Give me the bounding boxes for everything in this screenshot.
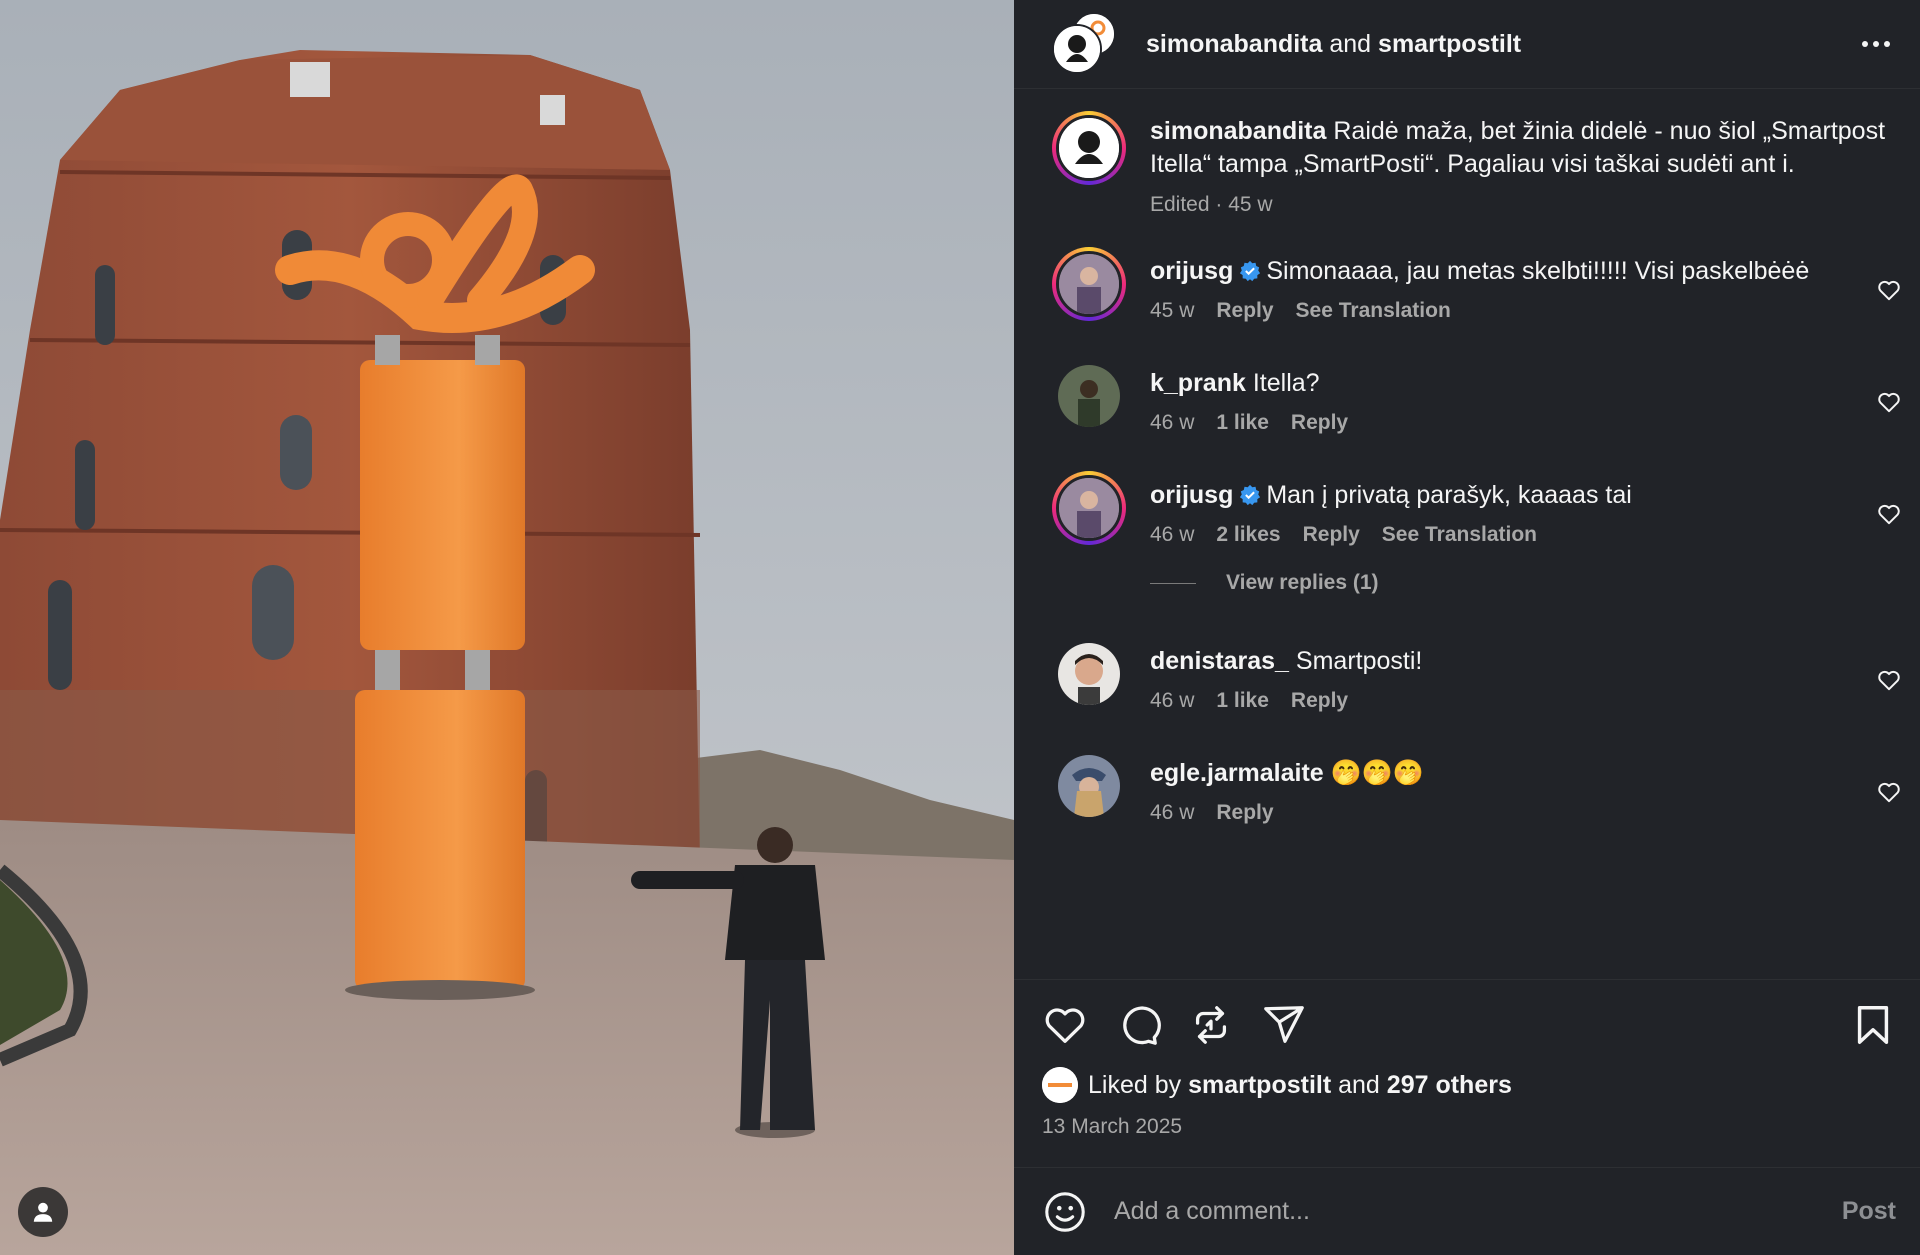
caption-edited: Edited · 45 w: [1150, 193, 1273, 216]
tag-user-button[interactable]: [18, 1187, 68, 1237]
comment-text: Smartposti!: [1295, 647, 1423, 675]
comment-age: 46 w: [1150, 411, 1195, 434]
comments-list[interactable]: simonabandita Raidė maža, bet žinia dide…: [1014, 89, 1920, 979]
profile-avatar-icon: [1059, 118, 1119, 178]
collab-avatars[interactable]: [1052, 12, 1120, 76]
comment-text: 🤭🤭🤭: [1330, 759, 1425, 787]
post-comment-button[interactable]: Post: [1842, 1197, 1896, 1226]
list-item: denistaras_ Smartposti! 46 w 1 like Repl…: [1014, 637, 1920, 713]
comment-age: 46 w: [1150, 523, 1195, 546]
reply-button[interactable]: Reply: [1216, 801, 1273, 825]
avatar[interactable]: [1052, 637, 1126, 711]
liked-by-others[interactable]: 297 others: [1387, 1071, 1512, 1100]
list-item: orijusg Man į privatą parašyk, kaaaas tai…: [1014, 471, 1920, 547]
list-item: k_prank Itella? 46 w 1 like Reply: [1014, 359, 1920, 435]
header-usernames: simonabandita and smartpostilt: [1146, 30, 1856, 59]
see-translation-button[interactable]: See Translation: [1382, 523, 1537, 547]
list-item: orijusg Simonaaaa, jau metas skelbti!!!!!…: [1014, 247, 1920, 323]
avatar[interactable]: [1052, 749, 1126, 823]
reply-button[interactable]: Reply: [1303, 523, 1360, 547]
repost-icon[interactable]: [1188, 1002, 1234, 1048]
comment-age: 46 w: [1150, 689, 1195, 712]
bookmark-icon[interactable]: [1850, 1002, 1896, 1048]
reply-button[interactable]: Reply: [1291, 689, 1348, 713]
instagram-post: simonabandita and smartpostilt simonaban…: [0, 0, 1920, 1255]
verified-badge-icon: [1240, 260, 1261, 282]
post-side-panel: simonabandita and smartpostilt simonaban…: [1014, 0, 1920, 1255]
user-tag-icon: [33, 1202, 53, 1222]
list-item: egle.jarmalaite 🤭🤭🤭 46 w Reply: [1014, 749, 1920, 825]
verified-badge-icon: [1240, 484, 1261, 506]
more-options-button[interactable]: [1856, 24, 1896, 64]
paper-plane-icon[interactable]: [1261, 1002, 1307, 1048]
header-user-link[interactable]: simonabandita: [1146, 30, 1322, 58]
comment-username[interactable]: orijusg: [1150, 257, 1233, 285]
profile-photo-icon: [1058, 755, 1120, 817]
profile-photo-icon: [1059, 478, 1119, 538]
comment-likes[interactable]: 1 like: [1216, 689, 1269, 713]
post-header: simonabandita and smartpostilt: [1014, 0, 1920, 89]
heart-icon[interactable]: [1876, 389, 1902, 415]
avatar[interactable]: [1052, 471, 1126, 545]
avatar[interactable]: [1052, 111, 1126, 185]
heart-icon[interactable]: [1876, 501, 1902, 527]
divider: [1150, 582, 1196, 584]
caption: simonabandita Raidė maža, bet žinia dide…: [1014, 111, 1920, 217]
more-horizontal-icon: [1862, 41, 1890, 47]
comment-text: Simonaaaa, jau metas skelbti!!!!! Visi p…: [1266, 257, 1810, 285]
reply-button[interactable]: Reply: [1216, 299, 1273, 323]
comment-age: 45 w: [1150, 299, 1195, 322]
comment-composer: Post: [1014, 1167, 1920, 1255]
smartposti-logo-icon: [1042, 1067, 1078, 1103]
see-translation-button[interactable]: See Translation: [1296, 299, 1451, 323]
avatar: [1052, 24, 1102, 74]
heart-icon[interactable]: [1876, 779, 1902, 805]
liked-by-and: and: [1338, 1070, 1380, 1099]
view-replies-button[interactable]: View replies (1): [1014, 571, 1920, 595]
profile-photo-icon: [1058, 643, 1120, 705]
comment-age: 46 w: [1150, 801, 1195, 824]
post-date: 13 March 2025: [1042, 1115, 1183, 1138]
comment-username[interactable]: egle.jarmalaite: [1150, 759, 1324, 787]
comment-username[interactable]: simonabandita: [1150, 117, 1326, 145]
avatar[interactable]: [1052, 247, 1126, 321]
comment-username[interactable]: orijusg: [1150, 481, 1233, 509]
header-user-link[interactable]: smartpostilt: [1378, 30, 1521, 58]
comment-text: Itella?: [1252, 369, 1320, 397]
comment-likes[interactable]: 1 like: [1216, 411, 1269, 435]
view-replies-label: View replies (1): [1226, 571, 1379, 594]
comment-icon[interactable]: [1115, 1002, 1161, 1048]
profile-photo-icon: [1058, 365, 1120, 427]
profile-avatar-icon: [1054, 26, 1100, 72]
photo-scene: [0, 0, 1014, 1255]
heart-icon[interactable]: [1042, 1002, 1088, 1048]
post-photo[interactable]: [0, 0, 1014, 1255]
comment-username[interactable]: k_prank: [1150, 369, 1246, 397]
liked-by[interactable]: Liked by smartpostilt and 297 others: [1042, 1067, 1892, 1103]
liked-by-prefix: Liked by: [1088, 1070, 1182, 1099]
comment-input[interactable]: [1114, 1197, 1842, 1226]
heart-icon[interactable]: [1876, 667, 1902, 693]
liked-by-user[interactable]: smartpostilt: [1188, 1071, 1331, 1100]
comment-likes[interactable]: 2 likes: [1216, 523, 1280, 547]
avatar: [1042, 1067, 1078, 1103]
header-and: and: [1329, 29, 1372, 58]
caption-text: simonabandita Raidė maža, bet žinia dide…: [1150, 115, 1896, 181]
comment-username[interactable]: denistaras_: [1150, 647, 1289, 675]
comment-text: Man į privatą parašyk, kaaaas tai: [1266, 481, 1632, 509]
avatar[interactable]: [1052, 359, 1126, 433]
reply-button[interactable]: Reply: [1291, 411, 1348, 435]
heart-icon[interactable]: [1876, 277, 1902, 303]
likes-section: Liked by smartpostilt and 297 others 13 …: [1014, 1067, 1920, 1139]
profile-photo-icon: [1059, 254, 1119, 314]
emoji-icon[interactable]: [1042, 1189, 1088, 1235]
